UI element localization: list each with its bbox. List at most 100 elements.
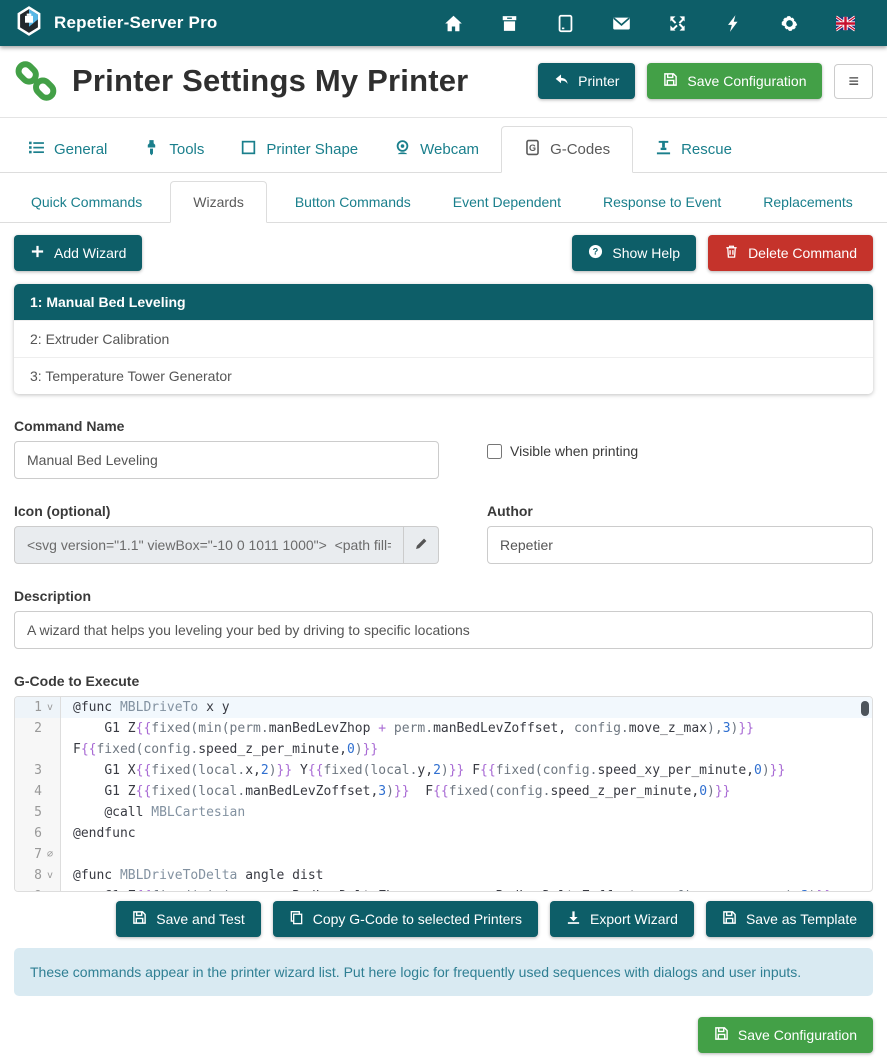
author-label: Author	[487, 503, 873, 519]
subtab-wizards[interactable]: Wizards	[170, 181, 267, 223]
tab-label: Tools	[169, 141, 204, 158]
tab-general[interactable]: General	[14, 127, 121, 172]
save-as-template-button[interactable]: Save as Template	[706, 901, 873, 937]
gcode-text[interactable]: G1 Z{{fixed(local.manBedLevZoffset,3)}} …	[61, 781, 872, 802]
gcode-gutter: 7⌀	[15, 844, 61, 865]
gcode-gutter: 3	[15, 760, 61, 781]
command-name-input[interactable]	[14, 441, 439, 479]
gear-icon[interactable]	[761, 0, 817, 46]
gcode-line: 8v@func MBLDriveToDelta angle dist	[15, 865, 872, 886]
tab-tools[interactable]: Tools	[129, 127, 218, 172]
subtab-button-commands[interactable]: Button Commands	[281, 182, 425, 222]
delete-command-button[interactable]: Delete Command	[708, 235, 873, 271]
save-configuration-button[interactable]: Save Configuration	[647, 63, 822, 99]
button-label: Save as Template	[746, 911, 857, 927]
menu-button[interactable]: ≡	[834, 64, 873, 99]
visible-when-printing-checkbox[interactable]	[487, 444, 502, 459]
gcode-editor[interactable]: 1v@func MBLDriveTo x y2 G1 Z{{fixed(min(…	[14, 696, 873, 892]
gcode-line: 1v@func MBLDriveTo x y	[15, 697, 872, 718]
svg-text:G: G	[529, 143, 536, 153]
uk-flag-icon[interactable]	[817, 0, 873, 46]
floppy-icon	[663, 72, 678, 90]
expand-icon[interactable]	[649, 0, 705, 46]
gcode-gutter: 6	[15, 823, 61, 844]
command-name-label: Command Name	[14, 418, 439, 434]
line-number: 1	[20, 697, 42, 718]
fold-arrow-icon[interactable]: v	[44, 697, 56, 718]
tab-g-codes[interactable]: GG-Codes	[501, 126, 633, 173]
icon-label: Icon (optional)	[14, 503, 439, 519]
gcode-text[interactable]	[61, 844, 872, 865]
navbar-icons	[425, 0, 873, 46]
button-label: Export Wizard	[590, 911, 678, 927]
subtab-quick-commands[interactable]: Quick Commands	[17, 182, 156, 222]
author-input[interactable]	[487, 526, 873, 564]
wizard-list-item[interactable]: 1: Manual Bed Leveling	[14, 284, 873, 320]
editor-scrollbar-thumb[interactable]	[861, 701, 869, 716]
brand[interactable]: Repetier-Server Pro	[14, 5, 217, 42]
subtab-replacements[interactable]: Replacements	[749, 182, 867, 222]
wizard-list-item[interactable]: 2: Extruder Calibration	[14, 320, 873, 357]
line-number: 5	[20, 802, 42, 823]
gcode-line: 4 G1 Z{{fixed(local.manBedLevZoffset,3)}…	[15, 781, 872, 802]
tab-label: Rescue	[681, 141, 732, 158]
svg-text:?: ?	[593, 247, 599, 257]
button-label: Copy G-Code to selected Printers	[313, 911, 522, 927]
gcode-text[interactable]: G1 Z{{fixed(min(perm.manBedLevZhop + per…	[61, 718, 872, 760]
gcode-text[interactable]: @call MBLCartesian	[61, 802, 872, 823]
floppy-icon	[714, 1026, 729, 1044]
home-icon[interactable]	[425, 0, 481, 46]
page-title: Printer Settings My Printer	[72, 63, 468, 99]
gcode-gutter: 2	[15, 718, 61, 760]
repetier-logo-icon	[14, 5, 44, 42]
gcode-line: 9 G1 Z{{fixed(min(perm.manBedLevDeltaZho…	[15, 886, 872, 892]
gcode-gutter: 1v	[15, 697, 61, 718]
description-input[interactable]	[14, 611, 873, 649]
wizard-list: 1: Manual Bed Leveling2: Extruder Calibr…	[14, 284, 873, 394]
question-icon: ?	[588, 244, 603, 262]
export-wizard-button[interactable]: Export Wizard	[550, 901, 694, 937]
gcode-text[interactable]: @func MBLDriveToDelta angle dist	[61, 865, 872, 886]
empty-line-icon: ⌀	[44, 844, 56, 865]
tab-webcam[interactable]: Webcam	[380, 127, 493, 172]
tab-label: Printer Shape	[266, 141, 358, 158]
visible-when-printing[interactable]: Visible when printing	[487, 394, 873, 459]
pencil-icon	[414, 536, 429, 554]
bolt-icon[interactable]	[705, 0, 761, 46]
webcam-icon	[394, 139, 411, 160]
subtab-event-dependent[interactable]: Event Dependent	[439, 182, 575, 222]
fold-arrow-icon[interactable]: v	[44, 865, 56, 886]
gcode-text[interactable]: G1 Z{{fixed(min(perm.manBedLevDeltaZhop …	[61, 886, 872, 892]
gcode-text[interactable]: @func MBLDriveTo x y	[61, 697, 872, 718]
save-and-test-button[interactable]: Save and Test	[116, 901, 260, 937]
tablet-icon[interactable]	[537, 0, 593, 46]
brand-title: Repetier-Server Pro	[54, 13, 217, 33]
sub-tabs: Quick Commands Wizards Button Commands Even…	[0, 173, 887, 223]
envelope-icon[interactable]	[593, 0, 649, 46]
gcode-text[interactable]: @endfunc	[61, 823, 872, 844]
icon-edit-button[interactable]	[404, 526, 439, 564]
add-wizard-button[interactable]: Add Wizard	[14, 235, 142, 271]
icon-svg-input[interactable]	[14, 526, 404, 564]
gcode-line: 2 G1 Z{{fixed(min(perm.manBedLevZhop + p…	[15, 718, 872, 760]
description-label: Description	[14, 588, 873, 604]
line-number: 4	[20, 781, 42, 802]
copy-icon	[289, 910, 304, 928]
gcode-gutter: 8v	[15, 865, 61, 886]
printer-box-icon[interactable]	[481, 0, 537, 46]
subtab-response-to-event[interactable]: Response to Event	[589, 182, 735, 222]
back-arrow-icon	[554, 72, 569, 90]
tab-printer-shape[interactable]: Printer Shape	[226, 127, 372, 172]
bottom-save-configuration-button[interactable]: Save Configuration	[698, 1017, 873, 1053]
wizard-list-item[interactable]: 3: Temperature Tower Generator	[14, 357, 873, 394]
printer-button[interactable]: Printer	[538, 63, 635, 99]
hamburger-icon: ≡	[848, 71, 859, 92]
line-number: 7	[20, 844, 42, 865]
copy-g-code-to-selected-printers-button[interactable]: Copy G-Code to selected Printers	[273, 901, 538, 937]
gcode-text[interactable]: G1 X{{fixed(local.x,2)}} Y{{fixed(local.…	[61, 760, 872, 781]
tab-rescue[interactable]: Rescue	[641, 127, 746, 172]
line-number: 2	[20, 718, 42, 739]
show-help-button[interactable]: ? Show Help	[572, 235, 696, 271]
main-tabs: General Tools Printer Shape WebcamGG-Codes R…	[0, 126, 887, 173]
top-navbar: Repetier-Server Pro	[0, 0, 887, 46]
